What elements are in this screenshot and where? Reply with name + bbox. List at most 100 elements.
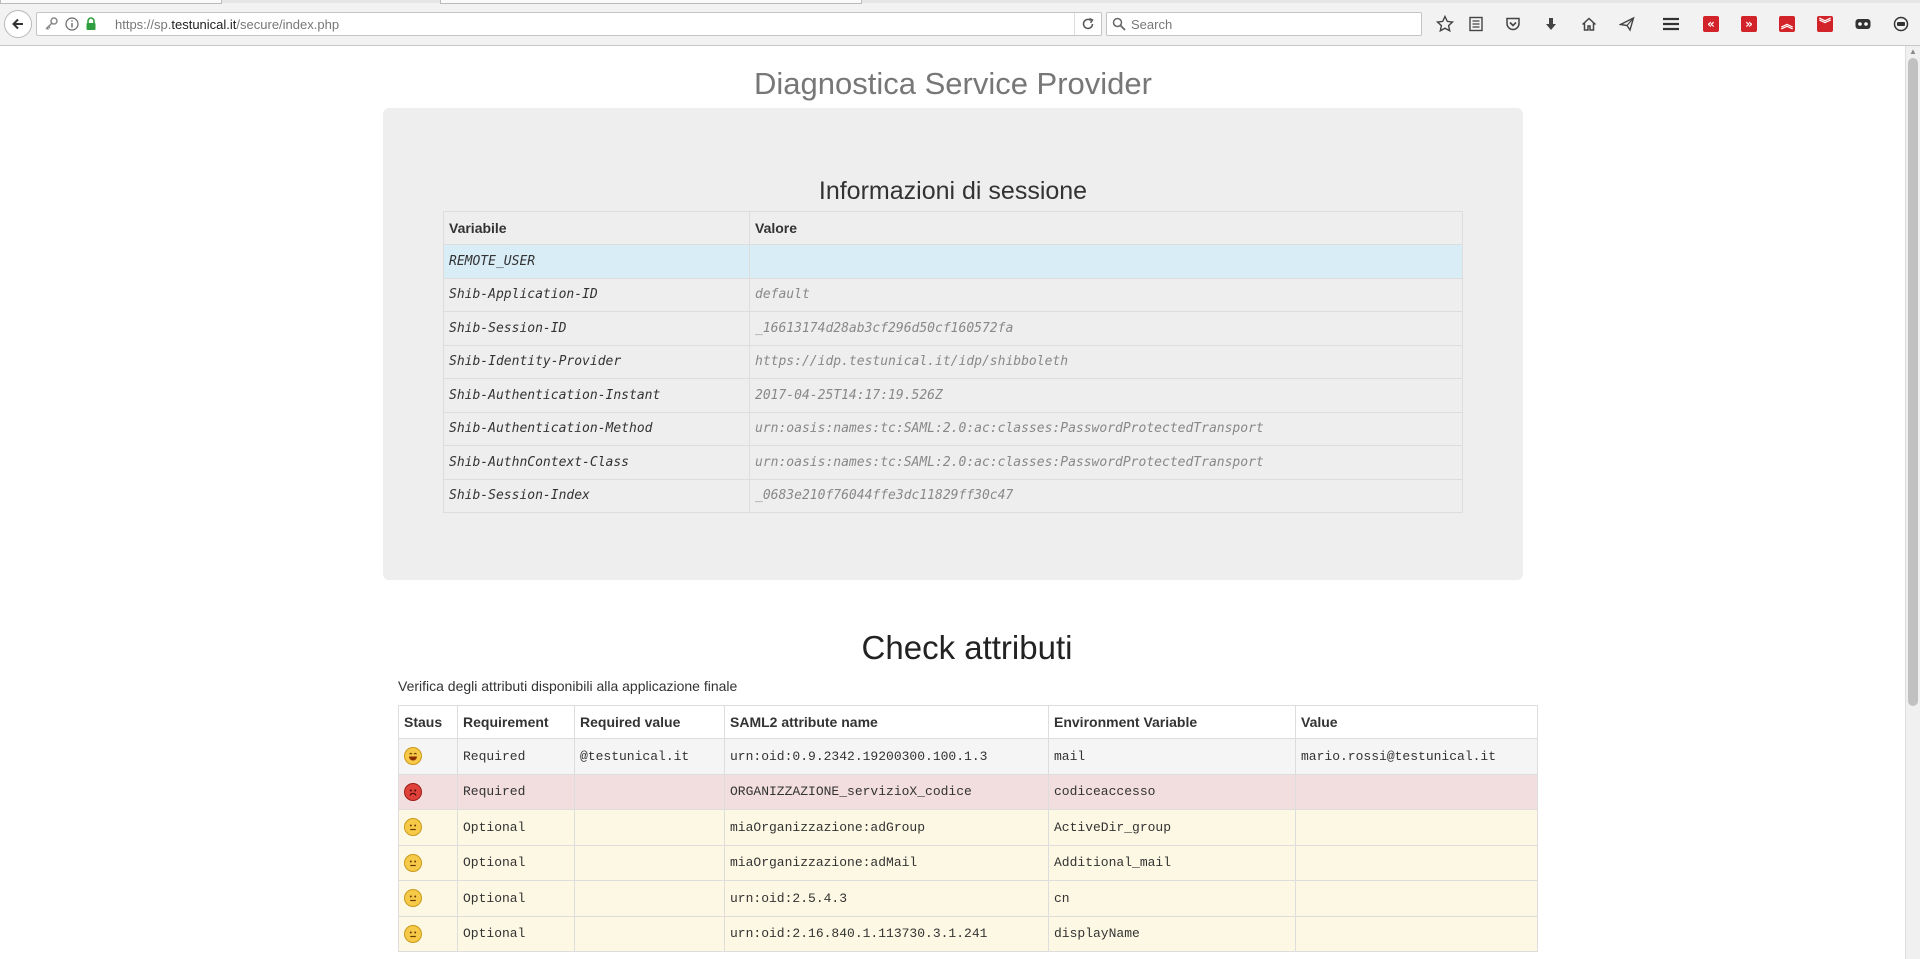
url-prefix: https://sp. <box>115 17 172 32</box>
requirement-cell: Optional <box>457 844 575 881</box>
pocket-button[interactable] <box>1501 12 1525 36</box>
column-header-variable: Variabile <box>443 211 750 245</box>
info-icon[interactable] <box>65 17 79 31</box>
column-header-environment-variable: Environment Variable <box>1048 705 1296 739</box>
extension-button-2[interactable]: » <box>1737 12 1761 36</box>
double-chevron-right-icon: » <box>1741 16 1757 32</box>
saml2-attribute-cell: urn:oid:0.9.2342.19200300.100.1.3 <box>724 738 1049 775</box>
page-title: Diagnostica Service Provider <box>753 66 1152 101</box>
url-bar[interactable]: https://sp.testunical.it/secure/index.ph… <box>36 12 1102 36</box>
requirement-cell: Optional <box>457 809 575 846</box>
browser-toolbar: https://sp.testunical.it/secure/index.ph… <box>0 0 1920 46</box>
session-value: urn:oasis:names:tc:SAML:2.0:ac:classes:P… <box>749 411 1463 446</box>
neutral-face-icon <box>404 818 422 837</box>
environment-variable-cell: cn <box>1048 880 1296 917</box>
session-variable: Shib-AuthnContext-Class <box>443 445 750 480</box>
session-row: Shib-Application-ID default <box>443 277 1463 312</box>
saml2-attribute-cell: ORGANIZZAZIONE_servizioX_codice <box>724 773 1049 810</box>
scrollbar-thumb[interactable] <box>1908 58 1918 706</box>
bookmark-star-button[interactable] <box>1433 12 1457 36</box>
key-icon[interactable] <box>43 16 59 32</box>
hamburger-menu-icon <box>1663 17 1679 31</box>
value-cell <box>1295 809 1538 846</box>
session-row: Shib-Session-ID _16613174d28ab3cf296d50c… <box>443 311 1463 346</box>
double-chevron-down-icon: ︾ <box>1817 16 1833 32</box>
session-variable: Shib-Authentication-Method <box>443 411 750 446</box>
session-value: _0683e210f76044ffe3dc11829ff30c47 <box>749 478 1463 513</box>
scroll-up-arrow-icon[interactable]: ▲ <box>1908 46 1918 56</box>
search-bar[interactable]: Search <box>1106 12 1422 36</box>
session-value: urn:oasis:names:tc:SAML:2.0:ac:classes:P… <box>749 445 1463 480</box>
environment-variable-cell: Additional_mail <box>1048 844 1296 881</box>
column-header-saml2-attribute: SAML2 attribute name <box>724 705 1049 739</box>
value-cell <box>1295 773 1538 810</box>
send-tab-button[interactable] <box>1615 12 1639 36</box>
status-cell <box>398 773 458 810</box>
session-variable: Shib-Authentication-Instant <box>443 378 750 413</box>
session-panel: Informazioni di sessione Variabile Valor… <box>383 108 1523 580</box>
url-path: /secure/index.php <box>236 17 340 32</box>
column-header-value: Valore <box>749 211 1463 245</box>
download-icon <box>1546 18 1556 30</box>
required-value-cell <box>574 809 725 846</box>
requirement-cell: Optional <box>457 880 575 917</box>
check-subtitle: Verifica degli attributi disponibili all… <box>398 678 738 694</box>
session-variable: Shib-Session-Index <box>443 478 750 513</box>
tab[interactable] <box>440 0 862 4</box>
environment-variable-cell: codiceaccesso <box>1048 773 1296 810</box>
reload-button[interactable] <box>1074 13 1101 35</box>
status-cell <box>398 844 458 881</box>
value-cell <box>1295 844 1538 881</box>
double-chevron-up-icon: ︽ <box>1779 16 1795 32</box>
session-variable: REMOTE_USER <box>443 244 750 279</box>
session-value: https://idp.testunical.it/idp/shibboleth <box>749 344 1463 379</box>
url-text[interactable]: https://sp.testunical.it/secure/index.ph… <box>115 17 339 32</box>
saml2-attribute-cell: miaOrganizzazione:adMail <box>724 844 1049 881</box>
environment-variable-cell: displayName <box>1048 915 1296 952</box>
column-header-value: Value <box>1295 705 1538 739</box>
tab-strip <box>0 0 1920 3</box>
extension-button-6[interactable] <box>1889 12 1913 36</box>
home-button[interactable] <box>1577 12 1601 36</box>
back-button[interactable] <box>4 10 32 38</box>
url-host: testunical.it <box>171 17 237 32</box>
paper-plane-icon <box>1619 16 1635 32</box>
session-table: Variabile Valore REMOTE_USER Shib-Applic… <box>443 211 1463 513</box>
session-row: Shib-AuthnContext-Class urn:oasis:names:… <box>443 445 1463 480</box>
status-cell <box>398 915 458 952</box>
extension-button-5[interactable] <box>1851 12 1875 36</box>
star-icon <box>1436 15 1454 33</box>
status-cell <box>398 880 458 917</box>
vertical-scrollbar[interactable]: ▲ <box>1905 46 1920 959</box>
tab[interactable] <box>0 0 222 4</box>
session-variable: Shib-Session-ID <box>443 311 750 346</box>
extension-button-4[interactable]: ︾ <box>1813 12 1837 36</box>
neutral-face-icon <box>404 853 422 872</box>
required-value-cell: @testunical.it <box>574 738 725 775</box>
column-header-required-value: Required value <box>574 705 725 739</box>
environment-variable-cell: ActiveDir_group <box>1048 809 1296 846</box>
requirement-cell: Required <box>457 738 575 775</box>
value-cell <box>1295 915 1538 952</box>
session-value: _16613174d28ab3cf296d50cf160572fa <box>749 311 1463 346</box>
downloads-button[interactable] <box>1539 12 1563 36</box>
required-value-cell <box>574 915 725 952</box>
extension-button-3[interactable]: ︽ <box>1775 12 1799 36</box>
menu-button[interactable] <box>1659 12 1683 36</box>
lock-icon[interactable] <box>85 17 97 31</box>
attributes-table: Staus Requirement Required value SAML2 a… <box>398 705 1538 952</box>
home-icon <box>1581 17 1597 31</box>
reader-list-button[interactable] <box>1464 12 1488 36</box>
pocket-icon <box>1506 17 1520 31</box>
saml2-attribute-cell: miaOrganizzazione:adGroup <box>724 809 1049 846</box>
extension-button-1[interactable]: « <box>1699 12 1723 36</box>
session-header-row: Variabile Valore <box>443 211 1463 245</box>
check-heading: Check attributi <box>861 629 1073 666</box>
session-row: Shib-Identity-Provider https://idp.testu… <box>443 344 1463 379</box>
happy-face-icon <box>404 747 422 766</box>
attribute-row: Optional urn:oid:2.5.4.3 cn <box>398 880 1538 917</box>
search-placeholder: Search <box>1131 17 1173 32</box>
search-icon <box>1112 17 1126 31</box>
error-face-icon <box>404 782 422 801</box>
column-header-requirement: Requirement <box>457 705 575 739</box>
